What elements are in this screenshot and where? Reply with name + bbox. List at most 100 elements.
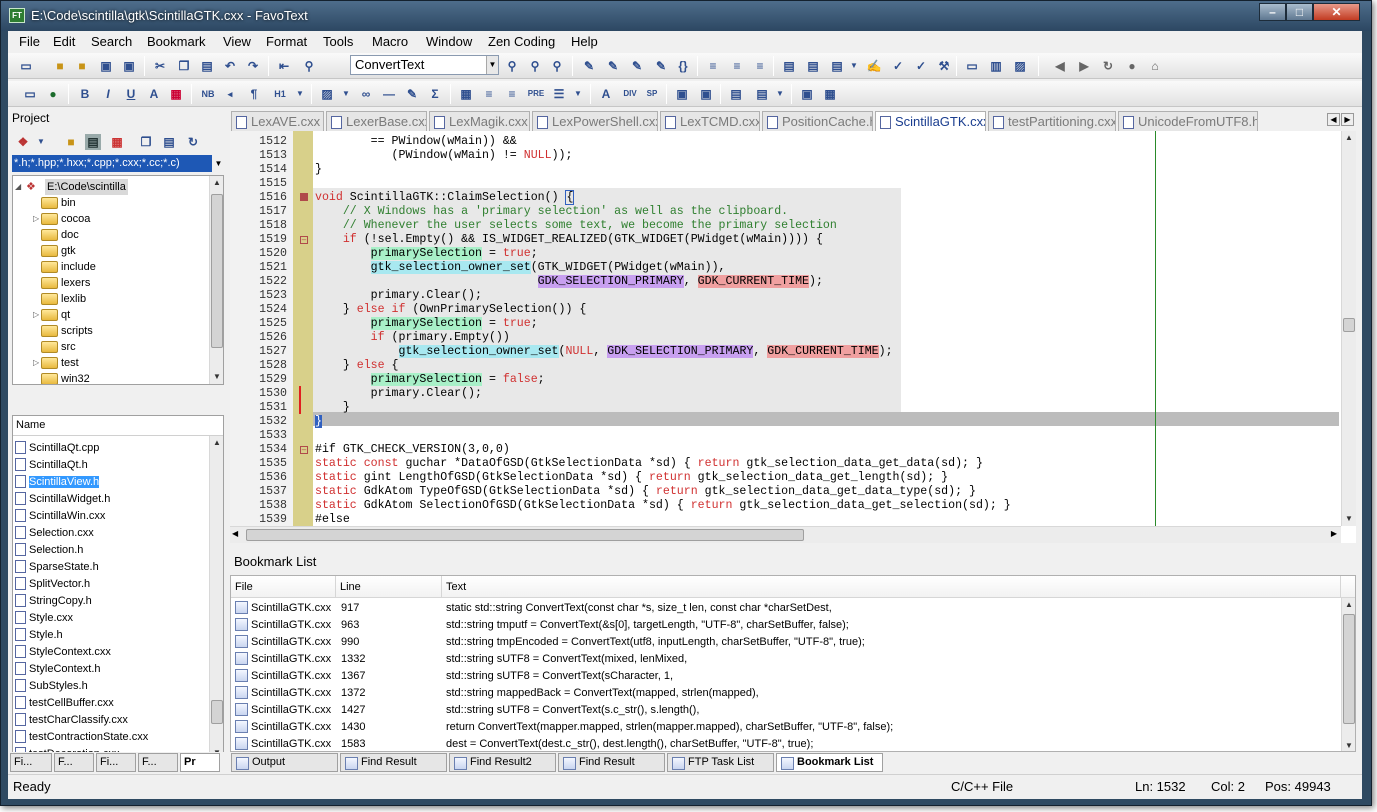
grid-icon[interactable]: ▦ <box>109 134 125 150</box>
fold-margin[interactable]: – – <box>293 131 313 526</box>
search-combo[interactable]: ConvertText ▼ <box>350 55 499 75</box>
layout-italic-icon[interactable]: ▨ <box>1012 58 1028 74</box>
media-icon[interactable]: ▣ <box>698 86 714 102</box>
uncomment-icon[interactable]: ▤ <box>805 58 821 74</box>
folder-icon[interactable]: ■ <box>63 134 79 150</box>
tab-bookmark-list[interactable]: Bookmark List <box>776 753 883 772</box>
table-row[interactable]: ScintillaGTK.cxx 963 std::string tmputf = … <box>231 617 1341 634</box>
scroll-thumb[interactable] <box>211 700 223 724</box>
tab-functions[interactable]: F... <box>138 753 178 772</box>
tree-folder[interactable]: gtk <box>33 243 213 259</box>
home-icon[interactable]: ⌂ <box>1147 58 1163 74</box>
layout-single-icon[interactable]: ▭ <box>964 58 980 74</box>
tree-folder[interactable]: doc <box>33 227 213 243</box>
doc-tab[interactable]: LexMagik.cxx <box>429 111 530 131</box>
column-header-file[interactable]: File <box>231 576 336 598</box>
link-icon[interactable]: ∞ <box>358 86 374 102</box>
tree-root[interactable]: ◢ ❖ E:\Code\scintilla <box>15 179 215 195</box>
indent-icon[interactable]: ≡ <box>705 58 721 74</box>
brace-match-icon[interactable]: {} <box>675 58 691 74</box>
chevron-down-icon[interactable]: ▼ <box>486 56 498 74</box>
arrow-up-icon[interactable]: ▲ <box>210 176 223 190</box>
menu-bookmark[interactable]: Bookmark <box>147 34 206 49</box>
bookmark-prev-icon[interactable]: ✎ <box>629 58 645 74</box>
tree-folder[interactable]: scripts <box>33 323 213 339</box>
menu-help[interactable]: Help <box>571 34 598 49</box>
macro-record-icon[interactable]: ✍ <box>866 58 882 74</box>
file-item[interactable]: ScintillaQt.cpp <box>15 440 99 456</box>
italic-icon[interactable]: I <box>100 86 116 102</box>
back-arrow-icon[interactable]: ◀ <box>1052 58 1068 74</box>
tab-ftp-task-list[interactable]: FTP Task List <box>667 753 774 772</box>
refresh-icon[interactable]: ↻ <box>1100 58 1116 74</box>
tools-icon[interactable]: ⚒ <box>936 58 952 74</box>
doc-tab[interactable]: LexerBase.cxx <box>326 111 427 131</box>
save-icon[interactable]: ▣ <box>98 58 114 74</box>
tree-folder[interactable]: src <box>33 339 213 355</box>
arrow-up-icon[interactable]: ▲ <box>1342 131 1356 145</box>
format-check-icon[interactable]: ✓ <box>913 58 929 74</box>
file-item[interactable]: SubStyles.h <box>15 678 88 694</box>
div-icon[interactable]: DIV <box>620 86 640 102</box>
comment-icon[interactable]: ▤ <box>781 58 797 74</box>
expanded-icon[interactable]: ◢ <box>15 179 24 195</box>
chevron-down-icon[interactable]: ▼ <box>33 134 49 150</box>
heading-icon[interactable]: H1 <box>272 86 288 102</box>
save-all-icon[interactable]: ▣ <box>121 58 137 74</box>
column-header-line[interactable]: Line <box>336 576 442 598</box>
open-recent-icon[interactable]: ■ <box>74 58 90 74</box>
tab-find-result-3[interactable]: Find Result <box>558 753 665 772</box>
tab-find-result2[interactable]: Find Result2 <box>449 753 556 772</box>
file-item[interactable]: Selection.cxx <box>15 525 94 541</box>
span-icon[interactable]: SP <box>644 86 660 102</box>
bookmark-next-icon[interactable]: ✎ <box>605 58 621 74</box>
copy-icon[interactable]: ❐ <box>176 58 192 74</box>
chevron-down-icon[interactable]: ▼ <box>338 86 354 102</box>
tree-folder[interactable]: ▷ cocoa <box>33 211 213 227</box>
tree-folder[interactable]: bin <box>33 195 213 211</box>
file-item[interactable]: SparseState.h <box>15 559 99 575</box>
arrow-right-icon[interactable]: ▶ <box>1331 529 1337 538</box>
file-item[interactable]: Selection.h <box>15 542 83 558</box>
file-item[interactable]: testCharClassify.cxx <box>15 712 128 728</box>
project-icon[interactable]: ❖ <box>15 134 31 150</box>
underline-icon[interactable]: U <box>123 86 139 102</box>
code-editor[interactable]: 1512 1513 1514 1515 1516 1517 1518 1519 … <box>230 131 1356 543</box>
redo-icon[interactable]: ↷ <box>245 58 261 74</box>
edit-icon[interactable]: ✎ <box>404 86 420 102</box>
file-item[interactable]: testContractionState.cxx <box>15 729 148 745</box>
chevron-down-icon[interactable]: ▼ <box>292 86 308 102</box>
spellcheck-icon[interactable]: ✓ <box>890 58 906 74</box>
preview-icon[interactable]: ▣ <box>799 86 815 102</box>
arrow-down-icon[interactable]: ▼ <box>210 370 223 384</box>
snippet-icon[interactable]: ▤ <box>754 86 770 102</box>
html-doc-icon[interactable]: ▭ <box>22 86 38 102</box>
copy-path-icon[interactable]: ❐ <box>138 134 154 150</box>
maximize-button[interactable]: □ <box>1286 3 1313 21</box>
file-item[interactable]: StringCopy.h <box>15 593 92 609</box>
outdent-icon[interactable]: ≡ <box>729 58 745 74</box>
goto-icon[interactable]: ⇤ <box>276 58 292 74</box>
file-view-icon[interactable]: ▤ <box>85 134 101 150</box>
file-filter-combo[interactable]: *.h;*.hpp;*.hxx;*.cpp;*.cxx;*.cc;*.c) ▼ <box>12 155 225 172</box>
file-item[interactable]: ScintillaView.h <box>15 474 100 490</box>
editor-vertical-scrollbar[interactable]: ▲ ▼ <box>1341 131 1356 526</box>
file-item[interactable]: Style.h <box>15 627 63 643</box>
hr-icon[interactable]: — <box>381 86 397 102</box>
close-button[interactable]: ✕ <box>1313 3 1360 21</box>
stop-icon[interactable]: ● <box>1124 58 1140 74</box>
tab-find-result[interactable]: Find Result <box>340 753 447 772</box>
tab-favorites[interactable]: F... <box>54 753 94 772</box>
list-icon[interactable]: ☰ <box>551 86 567 102</box>
tab-output[interactable]: Output <box>231 753 338 772</box>
tab-project[interactable]: Pr <box>180 753 220 772</box>
file-item[interactable]: ScintillaQt.h <box>15 457 88 473</box>
scroll-thumb[interactable] <box>211 194 223 348</box>
arrow-up-icon[interactable]: ▲ <box>1342 598 1355 612</box>
scroll-thumb[interactable] <box>1343 318 1355 332</box>
layout-icon[interactable]: ▦ <box>822 86 838 102</box>
menu-macro[interactable]: Macro <box>372 34 408 49</box>
file-list-scrollbar[interactable]: ▲ ▼ <box>209 436 223 760</box>
tree-folder[interactable]: ▷ qt <box>33 307 213 323</box>
doc-tab[interactable]: PositionCache.h <box>762 111 873 131</box>
